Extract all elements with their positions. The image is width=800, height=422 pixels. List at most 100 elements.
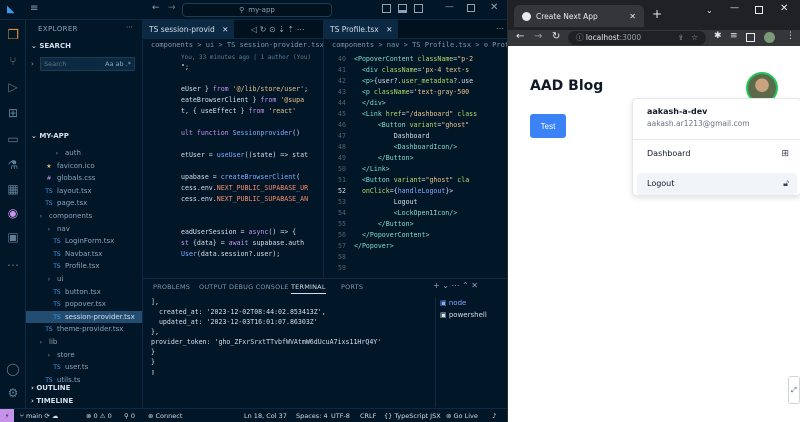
- panel-tab-output[interactable]: OUTPUT: [199, 283, 227, 291]
- golive-status[interactable]: ⊚ Go Live: [446, 409, 478, 422]
- terminal-instance[interactable]: ▣ node: [440, 299, 466, 307]
- close-tab-icon[interactable]: ✕: [222, 25, 228, 34]
- file-tree-item[interactable]: TS theme-provider.tsx: [26, 323, 142, 335]
- account-icon[interactable]: ◯: [4, 360, 22, 378]
- file-tree-item[interactable]: TS popover.tsx: [26, 298, 142, 310]
- reload-icon[interactable]: ↻: [552, 31, 560, 42]
- close-icon[interactable]: ✕: [490, 2, 498, 13]
- github-copilot-icon[interactable]: ◉: [4, 204, 22, 222]
- back-arrow-icon[interactable]: ←: [516, 31, 524, 42]
- bookmark-star-icon[interactable]: ☆: [691, 31, 698, 45]
- media-icon[interactable]: ≡: [730, 31, 738, 41]
- tab-session-provider[interactable]: TS session-provid ✕: [143, 20, 235, 39]
- file-tree-item[interactable]: TS session-provider.tsx: [26, 310, 142, 323]
- profile-avatar-icon[interactable]: [764, 32, 775, 43]
- breadcrumb[interactable]: components > ui > TS session-provider.ts…: [143, 39, 323, 51]
- line-number: 52: [338, 187, 346, 195]
- more-icon[interactable]: ⋯: [4, 256, 22, 274]
- typescript-file-icon: TS: [53, 364, 61, 372]
- file-tree-item[interactable]: › auth: [26, 147, 142, 159]
- file-tree-item[interactable]: › store: [26, 349, 142, 361]
- file-tree-item[interactable]: TS user.ts: [26, 361, 142, 373]
- indentation-status[interactable]: Spaces: 4: [296, 409, 328, 422]
- command-center-search[interactable]: ⚲ my-app: [182, 3, 332, 17]
- file-tree-item[interactable]: TS page.tsx: [26, 197, 142, 209]
- tab-search-icon[interactable]: ⌄: [706, 6, 713, 15]
- side-panel-icon[interactable]: [746, 33, 755, 42]
- browser-tab[interactable]: Create Next App ✕: [514, 5, 644, 27]
- tab-profile[interactable]: TS Profile.tsx ✕: [324, 20, 399, 39]
- file-tree-item[interactable]: ★ favicon.ico: [26, 160, 142, 172]
- close-tab-icon[interactable]: ✕: [629, 12, 636, 21]
- panel-actions[interactable]: + ⌄ ⋯ ⌃ ✕: [433, 281, 478, 290]
- docker-icon[interactable]: ▦: [4, 180, 22, 198]
- file-tree-item[interactable]: › lib: [26, 336, 142, 348]
- search-options[interactable]: Aa ab .*: [105, 58, 131, 70]
- branch-status[interactable]: ⑂ main ⟳ ☁: [20, 409, 58, 422]
- sidebar-search-input[interactable]: Search Aa ab .*: [40, 57, 135, 71]
- explorer-icon[interactable]: ❐: [4, 26, 22, 44]
- file-tree-item[interactable]: TS Profile.tsx: [26, 260, 142, 272]
- site-info-icon[interactable]: ⓘ: [576, 33, 586, 42]
- file-tree-item[interactable]: › components: [26, 210, 142, 222]
- new-tab-icon[interactable]: +: [652, 7, 662, 21]
- file-tree-item[interactable]: TS layout.tsx: [26, 185, 142, 197]
- terminal-output[interactable]: ], created_at: '2023-12-02T08:44:02.8534…: [151, 297, 431, 377]
- editor-more-icon[interactable]: ⋯: [496, 24, 504, 33]
- close-window-icon[interactable]: ✕: [780, 3, 788, 14]
- back-arrow-icon[interactable]: ←: [152, 3, 160, 13]
- connect-status[interactable]: ⊛ Connect: [148, 409, 182, 422]
- maximize-icon[interactable]: [467, 4, 475, 12]
- cursor-position[interactable]: Ln 18, Col 37: [244, 409, 287, 422]
- file-tree-item[interactable]: TS Navbar.tsx: [26, 248, 142, 260]
- share-icon[interactable]: ⇪: [678, 31, 684, 45]
- file-tree-item[interactable]: TS LoginForm.tsx: [26, 235, 142, 247]
- notifications-bell-icon[interactable]: ♪: [492, 409, 496, 422]
- source-control-icon[interactable]: ⑂: [4, 52, 22, 70]
- testing-icon[interactable]: ⚗: [4, 156, 22, 174]
- side-expand-handle[interactable]: ⤢: [788, 376, 800, 404]
- minimize-icon[interactable]: —: [445, 2, 454, 12]
- layout-custom-icon[interactable]: [414, 4, 423, 13]
- file-tree-item[interactable]: # globals.css: [26, 172, 142, 184]
- ports-status[interactable]: ⚲ 0: [124, 409, 135, 422]
- logout-button[interactable]: Logout 🔓︎: [637, 173, 797, 195]
- extensions-icon[interactable]: ✱: [714, 31, 722, 41]
- minimize-icon[interactable]: —: [730, 3, 739, 13]
- terminal-instance[interactable]: ▣ powershell: [440, 311, 487, 319]
- forward-arrow-icon[interactable]: →: [534, 31, 542, 42]
- browser-menu-icon[interactable]: ⋮: [786, 31, 795, 41]
- encoding-status[interactable]: UTF-8: [331, 409, 350, 422]
- problems-status[interactable]: ⊗ 0 ⚠ 0: [86, 409, 112, 422]
- test-button[interactable]: Test: [530, 114, 566, 138]
- panel-tab-debug-console[interactable]: DEBUG CONSOLE: [229, 283, 289, 291]
- connect-icon: ⊛: [148, 412, 156, 420]
- panel-tab-terminal[interactable]: TERMINAL: [291, 283, 326, 294]
- address-bar[interactable]: ⓘ localhost:3000 ⇪ ☆: [568, 31, 706, 45]
- menu-icon[interactable]: ≡: [30, 3, 38, 14]
- panel-tab-ports[interactable]: PORTS: [341, 283, 363, 291]
- settings-gear-icon[interactable]: ⚙: [4, 384, 22, 402]
- breadcrumb[interactable]: components > nav > TS Profile.tsx > ⊙ Pr…: [324, 39, 507, 51]
- file-tree-item[interactable]: › ui: [26, 273, 142, 285]
- file-tree-item[interactable]: › nav: [26, 223, 142, 235]
- layout-panel-icon[interactable]: [398, 4, 407, 13]
- remote-indicator[interactable]: ⚡: [0, 409, 14, 422]
- dashboard-button[interactable]: Dashboard ⊞: [637, 143, 797, 165]
- extensions-icon[interactable]: ⊞: [4, 104, 22, 122]
- eol-status[interactable]: CRLF: [360, 409, 376, 422]
- close-tab-icon[interactable]: ✕: [386, 25, 392, 34]
- remote-explorer-icon[interactable]: ▭: [4, 130, 22, 148]
- bookmark-icon[interactable]: ▣: [4, 228, 22, 246]
- layout-sidebar-icon[interactable]: [382, 4, 391, 13]
- chevron-right-icon[interactable]: ›: [31, 60, 34, 68]
- language-status[interactable]: {} TypeScript JSX: [384, 409, 441, 422]
- explorer-more-icon[interactable]: ⋯: [126, 23, 133, 31]
- run-debug-icon[interactable]: ▷: [4, 78, 22, 96]
- split-editor-icon[interactable]: ◁ ↻ ⊙ ⇣ ⇡ ⋯: [251, 25, 305, 34]
- panel-tab-problems[interactable]: PROBLEMS: [153, 283, 190, 291]
- file-tree-item[interactable]: TS button.tsx: [26, 286, 142, 298]
- bottom-panel: PROBLEMS OUTPUT DEBUG CONSOLE TERMINAL PORTS…: [143, 278, 507, 408]
- maximize-icon[interactable]: [755, 6, 763, 14]
- forward-arrow-icon[interactable]: →: [168, 3, 176, 13]
